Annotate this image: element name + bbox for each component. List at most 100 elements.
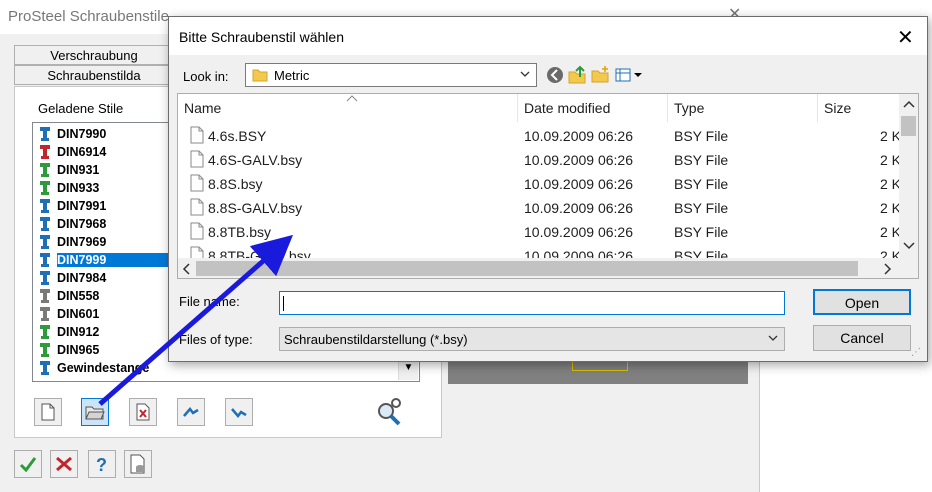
file-type: BSY File: [674, 224, 729, 240]
files-of-type-label: Files of type:: [179, 332, 253, 347]
chevron-down-icon[interactable]: [903, 242, 915, 250]
tab-verschraubung[interactable]: Verschraubung: [14, 45, 174, 65]
file-date: 10.09.2009 06:26: [524, 224, 633, 240]
look-in-label: Look in:: [183, 69, 229, 84]
style-name: DIN7984: [57, 271, 107, 285]
delete-file-button[interactable]: [129, 398, 157, 426]
bolt-icon: [40, 289, 50, 303]
horizontal-scrollbar[interactable]: [178, 258, 918, 278]
look-in-value: Metric: [274, 68, 310, 83]
file-date: 10.09.2009 06:26: [524, 200, 633, 216]
bolt-icon: [40, 235, 50, 249]
loaded-styles-label: Geladene Stile: [38, 101, 124, 116]
bolt-icon: [40, 163, 50, 177]
file-row[interactable]: 8.8S.bsy 10.09.2009 06:26 BSY File 2 K: [178, 172, 901, 196]
document-database-icon: [130, 454, 145, 474]
back-icon[interactable]: [545, 65, 565, 85]
delete-file-icon: [136, 403, 150, 421]
bolt-icon: [40, 145, 50, 159]
file-row[interactable]: 8.8S-GALV.bsy 10.09.2009 06:26 BSY File 2 K: [178, 196, 902, 220]
open-folder-button[interactable]: [81, 398, 109, 426]
file-type: BSY File: [674, 200, 729, 216]
style-item[interactable]: DIN931: [37, 161, 167, 179]
file-size: 2 K: [880, 224, 902, 240]
bolt-icon: [40, 253, 50, 267]
style-name: DIN558: [57, 289, 100, 303]
tab-schraubenstildarstellung[interactable]: Schraubenstilda: [14, 65, 174, 85]
scroll-thumb[interactable]: [196, 261, 858, 276]
cancel-dialog-button[interactable]: [50, 450, 78, 478]
file-name: 4.6S-GALV.bsy: [208, 152, 303, 168]
vertical-scrollbar[interactable]: [899, 94, 918, 258]
style-item[interactable]: DIN601: [37, 305, 167, 323]
style-name: DIN7968: [57, 217, 107, 231]
file-row[interactable]: 4.6S-GALV.bsy 10.09.2009 06:26 BSY File 2 K: [178, 148, 901, 172]
bolt-icon: [40, 199, 50, 213]
ok-button[interactable]: [14, 450, 42, 478]
bolt-icon: [40, 271, 50, 285]
close-icon[interactable]: ✕: [897, 25, 914, 50]
file-icon: [190, 222, 204, 240]
arrow-down-icon: [231, 408, 247, 418]
style-item[interactable]: DIN7999: [37, 251, 177, 269]
open-button[interactable]: Open: [813, 289, 911, 315]
up-folder-icon[interactable]: [567, 65, 587, 85]
chevron-down-icon: [520, 71, 530, 77]
folder-icon: [252, 69, 268, 82]
chevron-up-icon[interactable]: [903, 100, 915, 108]
file-row[interactable]: 8.8TB.bsy 10.09.2009 06:26 BSY File 2 K: [178, 220, 902, 244]
style-item[interactable]: DIN7991: [37, 197, 167, 215]
file-name: 8.8S-GALV.bsy: [208, 200, 303, 216]
style-item[interactable]: DIN7990: [37, 125, 167, 143]
style-item[interactable]: DIN912: [37, 323, 167, 341]
style-item[interactable]: DIN7984: [37, 269, 167, 287]
style-item[interactable]: DIN965: [37, 341, 167, 359]
file-date: 10.09.2009 06:26: [524, 128, 633, 144]
style-name: DIN6914: [57, 145, 107, 159]
style-name: Gewindestange: [57, 361, 150, 375]
style-item[interactable]: DIN6914: [37, 143, 167, 161]
dialog-titlebar: Bitte Schraubenstil wählen ✕: [169, 17, 927, 55]
move-down-button[interactable]: [225, 398, 253, 426]
chevron-right-icon[interactable]: [884, 263, 892, 275]
style-item[interactable]: DIN7969: [37, 233, 167, 251]
look-in-dropdown[interactable]: Metric: [245, 63, 537, 87]
file-name: 8.8S.bsy: [208, 176, 263, 192]
files-of-type-dropdown[interactable]: Schraubenstildarstellung (*.bsy): [279, 327, 785, 351]
file-name: 4.6s.BSY: [208, 128, 267, 144]
style-name: DIN931: [57, 163, 100, 177]
file-row[interactable]: 4.6s.BSY 10.09.2009 06:26 BSY File 2 K: [178, 124, 901, 148]
file-list[interactable]: Name Date modified Type Size 4.6s.BSY 10.…: [177, 93, 919, 279]
style-item[interactable]: DIN7968: [37, 215, 167, 233]
database-button[interactable]: [124, 450, 152, 478]
file-icon: [190, 126, 204, 144]
bolt-icon: [40, 127, 50, 141]
new-file-button[interactable]: [34, 398, 62, 426]
column-header-name[interactable]: Name: [178, 94, 518, 122]
file-name-label: File name:: [179, 294, 240, 309]
move-up-button[interactable]: [177, 398, 205, 426]
file-name: 8.8TB.bsy: [208, 224, 272, 240]
resize-grip-icon[interactable]: ⋰: [911, 347, 921, 358]
style-item[interactable]: DIN933: [37, 179, 167, 197]
style-name: DIN7999: [57, 253, 177, 267]
view-menu-icon[interactable]: [614, 65, 644, 85]
column-header-type[interactable]: Type: [668, 94, 818, 122]
style-item[interactable]: DIN558: [37, 287, 167, 305]
style-name: DIN965: [57, 343, 100, 357]
column-header-date[interactable]: Date modified: [518, 94, 668, 122]
new-folder-icon[interactable]: [590, 65, 610, 85]
file-type: BSY File: [674, 176, 729, 192]
help-button[interactable]: ?: [88, 450, 116, 478]
style-item[interactable]: Gewindestange: [37, 359, 167, 377]
cancel-button[interactable]: Cancel: [813, 325, 911, 351]
file-size: 2 K: [880, 200, 902, 216]
bolt-icon: [40, 361, 50, 375]
chevron-left-icon[interactable]: [182, 263, 190, 275]
file-icon: [190, 198, 204, 216]
file-icon: [190, 150, 204, 168]
search-settings-button[interactable]: [372, 396, 406, 428]
file-name-input[interactable]: [279, 291, 785, 315]
arrow-up-icon: [183, 407, 199, 417]
scroll-thumb[interactable]: [901, 116, 916, 136]
